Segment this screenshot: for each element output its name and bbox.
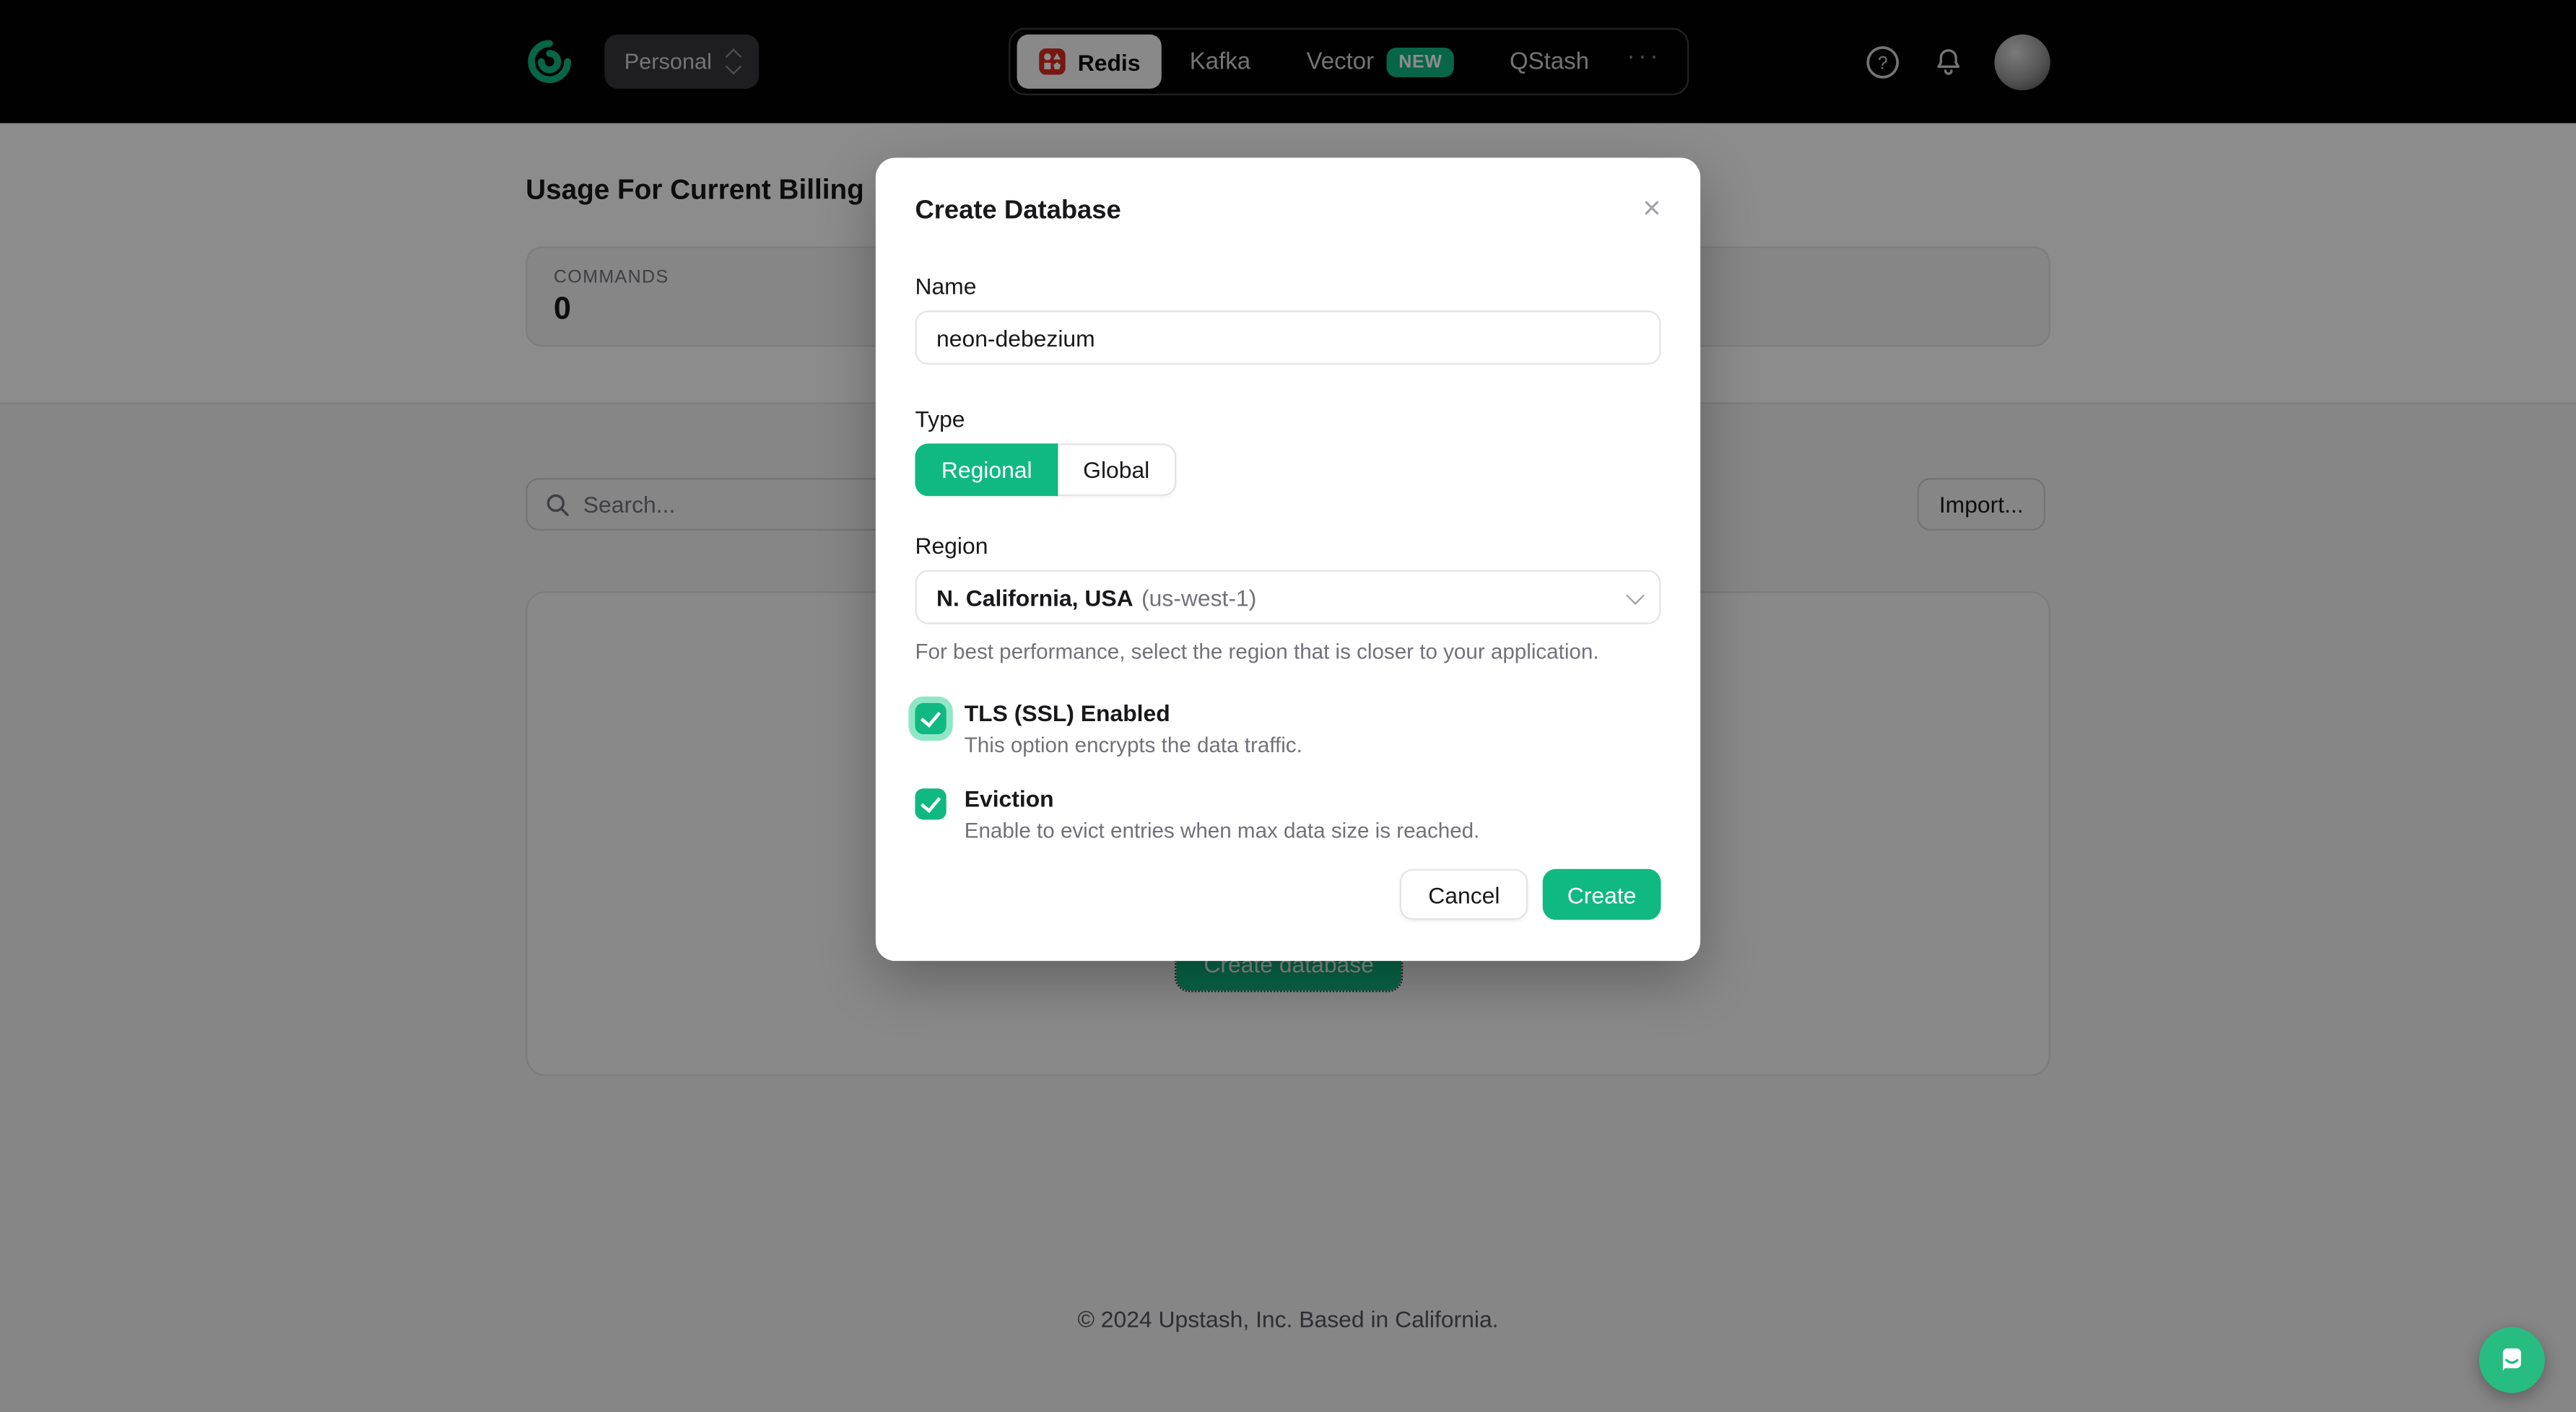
- tls-option-row: TLS (SSL) Enabled This option encrypts t…: [915, 700, 1661, 757]
- eviction-title: Eviction: [965, 785, 1480, 814]
- chat-bubble-icon: [2494, 1342, 2530, 1378]
- cancel-button[interactable]: Cancel: [1401, 869, 1528, 920]
- database-name-input[interactable]: [915, 310, 1661, 365]
- type-segmented-control: Regional Global: [915, 443, 1175, 496]
- eviction-texts: Eviction Enable to evict entries when ma…: [965, 785, 1480, 843]
- name-label: Name: [915, 273, 1661, 299]
- viewport: Personal Redis Kafka Vector NEW QStash ·: [0, 0, 2576, 1412]
- close-icon[interactable]: ×: [1642, 197, 1661, 223]
- type-field-group: Type Regional Global: [915, 406, 1661, 496]
- region-label: Region: [915, 532, 1661, 558]
- type-label: Type: [915, 406, 1661, 432]
- modal-actions: Cancel Create: [915, 869, 1661, 920]
- type-option-global[interactable]: Global: [1058, 443, 1176, 496]
- eviction-checkbox[interactable]: [915, 788, 946, 819]
- tls-description: This option encrypts the data traffic.: [965, 733, 1302, 757]
- name-field-group: Name: [915, 273, 1661, 365]
- modal-header: Create Database ×: [915, 197, 1661, 227]
- tls-texts: TLS (SSL) Enabled This option encrypts t…: [965, 700, 1302, 757]
- screen: Personal Redis Kafka Vector NEW QStash ·: [0, 0, 2576, 1412]
- region-code: (us-west-1): [1141, 584, 1256, 610]
- region-select[interactable]: N. California, USA (us-west-1): [915, 570, 1661, 624]
- create-button[interactable]: Create: [1543, 869, 1661, 920]
- create-database-modal: Create Database × Name Type Regional Glo…: [876, 157, 1700, 961]
- modal-title: Create Database: [915, 197, 1121, 227]
- chat-widget-button[interactable]: [2479, 1328, 2545, 1393]
- tls-title: TLS (SSL) Enabled: [965, 700, 1302, 728]
- chevron-down-icon: [1626, 585, 1645, 604]
- eviction-description: Enable to evict entries when max data si…: [965, 818, 1480, 842]
- tls-checkbox[interactable]: [915, 703, 946, 734]
- region-field-group: Region N. California, USA (us-west-1) Fo…: [915, 532, 1661, 663]
- eviction-option-row: Eviction Enable to evict entries when ma…: [915, 785, 1661, 843]
- region-value: N. California, USA: [936, 584, 1133, 610]
- type-option-regional[interactable]: Regional: [915, 443, 1058, 496]
- region-help-text: For best performance, select the region …: [915, 639, 1661, 663]
